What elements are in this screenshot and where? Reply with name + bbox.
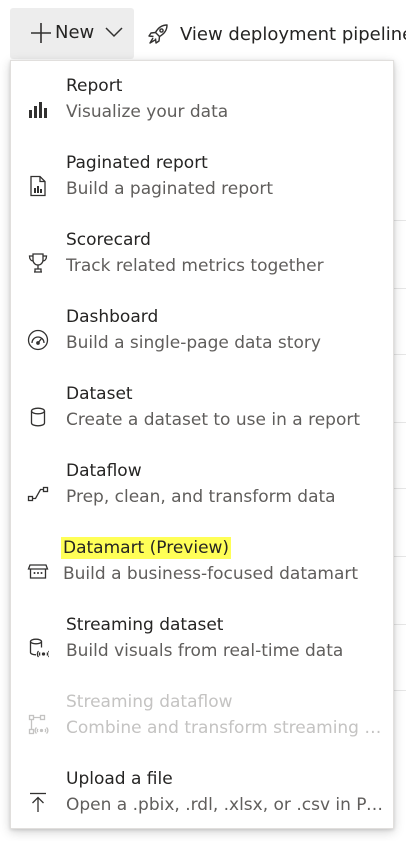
datamart-icon: [27, 560, 49, 582]
upload-icon: [27, 791, 49, 813]
page-divider: [392, 690, 406, 691]
menu-item-title: Streaming dataset: [66, 615, 224, 635]
rocket-icon: [146, 22, 170, 46]
page-divider: [392, 488, 406, 489]
page-divider: [392, 354, 406, 355]
menu-item-title: Upload a file: [66, 769, 173, 789]
menu-item-description: Open a .pbix, .rdl, .xlsx, or .csv in Po…: [66, 795, 384, 815]
chevron-down-icon: [105, 26, 123, 38]
menu-item-title: Dataflow: [66, 461, 142, 481]
menu-item-paginated-report[interactable]: Paginated report Build a paginated repor…: [11, 148, 393, 225]
page-divider: [392, 288, 406, 289]
menu-item-title: Scorecard: [66, 230, 151, 250]
menu-item-description: Build visuals from real-time data: [66, 641, 344, 661]
menu-item-description: Combine and transform streaming data: [66, 718, 384, 738]
new-item-menu: Report Visualize your data Paginated rep…: [10, 60, 394, 829]
menu-item-description: Prep, clean, and transform data: [66, 487, 336, 507]
dataflow-icon: [27, 483, 49, 505]
page-divider: [392, 220, 406, 221]
menu-item-title: Paginated report: [66, 153, 208, 173]
menu-item-description: Build a business-focused datamart: [63, 564, 359, 584]
gauge-icon: [27, 329, 49, 351]
menu-item-description: Create a dataset to use in a report: [66, 410, 360, 430]
database-icon: [27, 406, 49, 428]
menu-item-description: Visualize your data: [66, 102, 229, 122]
menu-item-title: Streaming dataflow: [66, 692, 233, 712]
paginated-report-icon: [27, 175, 49, 197]
new-button-label: New: [55, 22, 95, 43]
page-divider: [392, 624, 406, 625]
page-divider: [392, 422, 406, 423]
page-divider: [392, 556, 406, 557]
menu-item-report[interactable]: Report Visualize your data: [11, 71, 393, 148]
trophy-icon: [27, 252, 49, 274]
view-deployment-pipeline-label: View deployment pipeline: [180, 23, 406, 45]
menu-item-datamart[interactable]: Datamart (Preview) Build a business-focu…: [11, 533, 393, 610]
streaming-dataflow-icon: [27, 714, 49, 736]
menu-item-dataflow[interactable]: Dataflow Prep, clean, and transform data: [11, 456, 393, 533]
menu-item-description: Build a paginated report: [66, 179, 274, 199]
plus-icon: [29, 21, 53, 45]
menu-item-title: Report: [66, 76, 123, 96]
menu-item-description: Build a single-page data story: [66, 333, 321, 353]
menu-item-dataset[interactable]: Dataset Create a dataset to use in a rep…: [11, 379, 393, 456]
bar-chart-icon: [27, 98, 49, 120]
menu-item-title: Datamart (Preview): [61, 537, 232, 559]
menu-item-dashboard[interactable]: Dashboard Build a single-page data story: [11, 302, 393, 379]
menu-item-streaming-dataflow: Streaming dataflow Combine and transform…: [11, 687, 393, 764]
menu-item-upload-file[interactable]: Upload a file Open a .pbix, .rdl, .xlsx,…: [11, 764, 393, 841]
streaming-database-icon: [27, 637, 49, 659]
menu-item-scorecard[interactable]: Scorecard Track related metrics together: [11, 225, 393, 302]
view-deployment-pipeline-button[interactable]: View deployment pipeline: [146, 14, 406, 54]
menu-item-streaming-dataset[interactable]: Streaming dataset Build visuals from rea…: [11, 610, 393, 687]
new-button[interactable]: New: [10, 8, 134, 59]
menu-item-title: Dataset: [66, 384, 133, 404]
command-bar: New View deployment pipeline: [0, 0, 406, 66]
menu-item-description: Track related metrics together: [66, 256, 324, 276]
menu-item-title: Dashboard: [66, 307, 159, 327]
